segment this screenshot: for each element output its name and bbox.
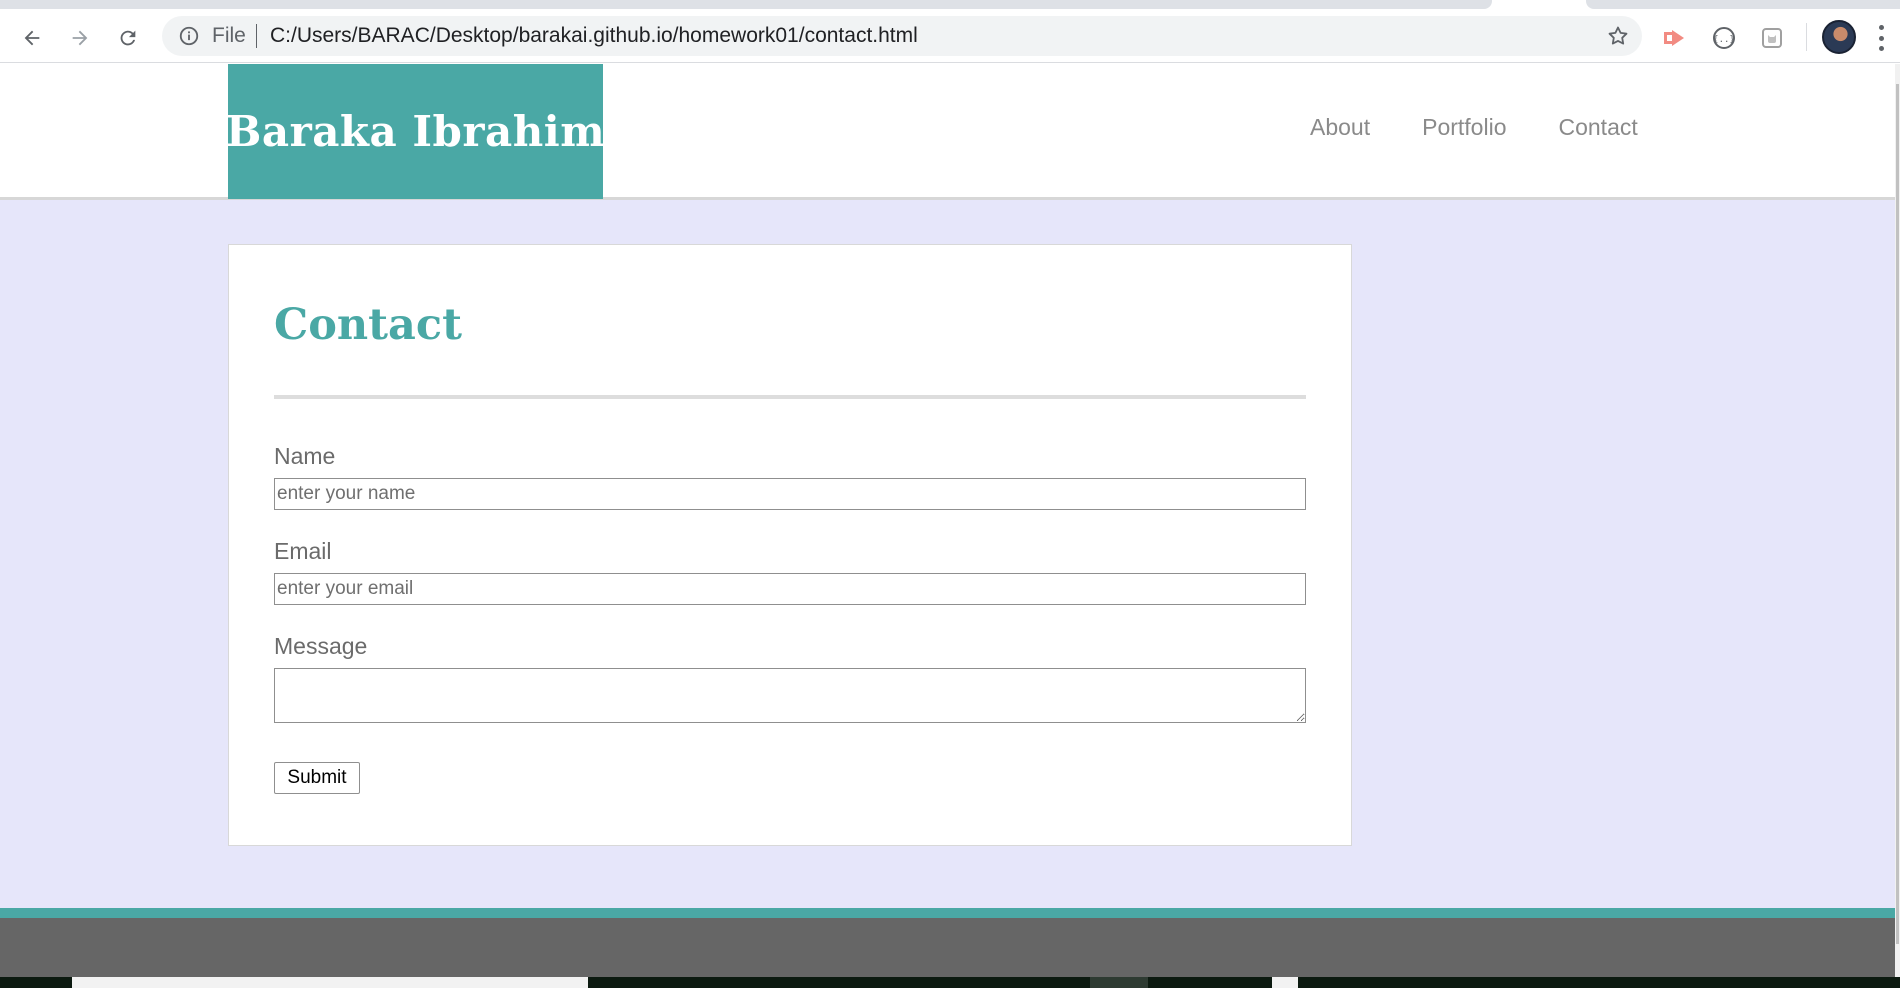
reload-icon [120,30,136,46]
star-icon[interactable] [1606,24,1630,48]
menu-dots-icon[interactable] [1876,25,1886,51]
page-scrollbar[interactable] [1895,64,1900,977]
title-divider [274,395,1306,399]
browser-toolbar: File C:/Users/BARAC/Desktop/barakai.gith… [0,15,1900,63]
reload-button[interactable] [110,20,146,56]
message-label: Message [274,633,368,659]
taskbar-item[interactable] [72,977,588,988]
address-url[interactable]: C:/Users/BARAC/Desktop/barakai.github.io… [270,25,918,47]
brand-name: Baraka Ibrahim [225,107,606,156]
site-header: Baraka Ibrahim About Portfolio Contact [0,64,1895,200]
taskbar-item[interactable] [1272,977,1298,988]
json-extension-icon[interactable]: {..} [1710,24,1738,52]
email-field[interactable] [274,573,1306,605]
address-bar[interactable]: File C:/Users/BARAC/Desktop/barakai.gith… [162,16,1642,56]
tab-strip [0,0,1900,15]
scrollbar-thumb[interactable] [1896,84,1899,944]
site-brand[interactable]: Baraka Ibrahim [225,64,606,199]
page-viewport: Baraka Ibrahim About Portfolio Contact C… [0,64,1895,977]
svg-text:{..}: {..} [1713,35,1735,45]
inactive-tab[interactable] [1586,0,1900,9]
back-button[interactable] [14,20,50,56]
site-footer [0,918,1895,977]
forward-button[interactable] [62,20,98,56]
cast-extension-icon[interactable] [1661,24,1689,52]
name-label: Name [274,443,336,469]
address-divider [256,24,257,48]
footer-accent-bar [0,908,1895,918]
site-nav: About Portfolio Contact [1310,110,1638,144]
cat-extension-icon[interactable] [1758,24,1786,52]
forward-arrow-icon [72,30,88,46]
nav-link-portfolio[interactable]: Portfolio [1422,110,1506,144]
page-title: Contact [274,300,462,350]
inactive-tab[interactable] [0,0,1492,9]
profile-avatar[interactable] [1822,20,1856,54]
os-taskbar [0,977,1900,988]
message-textarea[interactable] [274,668,1306,723]
nav-link-contact[interactable]: Contact [1558,110,1637,144]
info-icon[interactable] [178,25,200,47]
back-arrow-icon [24,30,40,46]
email-label: Email [274,538,332,564]
nav-link-about[interactable]: About [1310,110,1370,144]
contact-card: Contact Name Email Message Submit [228,244,1352,846]
name-field[interactable] [274,478,1306,510]
toolbar-divider [1806,23,1807,51]
submit-button[interactable]: Submit [274,762,360,794]
taskbar-item[interactable] [1090,977,1148,988]
address-scheme-label: File [212,24,246,47]
